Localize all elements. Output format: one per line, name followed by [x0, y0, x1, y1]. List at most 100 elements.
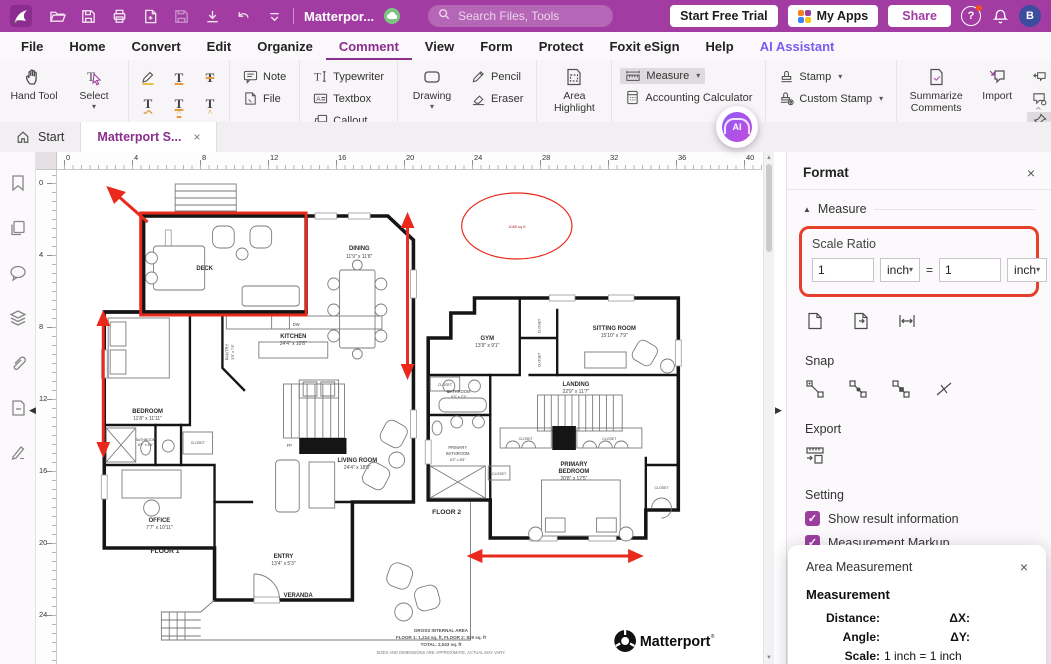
annotation-arrow-upleft[interactable] [106, 186, 147, 222]
pencil-button[interactable]: Pencil [466, 68, 528, 85]
menu-edit[interactable]: Edit [194, 32, 245, 60]
scale-from-input[interactable] [812, 258, 874, 282]
horizontal-ruler[interactable]: 0481216202428323640 [57, 152, 762, 170]
pdf-page[interactable]: DECK DINING 11'9" x 11'8" KITCHEN 24'4" … [57, 170, 762, 664]
accounting-calculator-button[interactable]: Accounting Calculator [620, 89, 757, 106]
scale-to-unit-select[interactable]: inch▾ [1007, 258, 1047, 282]
typewriter-button[interactable]: T Typewriter [308, 68, 389, 85]
print-icon[interactable] [110, 7, 128, 25]
annotation-area-text: 1085 sq ft [508, 224, 526, 229]
menu-file[interactable]: File [8, 32, 56, 60]
user-avatar[interactable]: B [1019, 5, 1041, 27]
document-canvas: 0481216202428323640 04812162024 [36, 152, 786, 664]
snap-intersection-icon[interactable] [934, 379, 954, 404]
tab-document[interactable]: Matterport S... × [81, 122, 217, 152]
registered-mark: ® [711, 633, 715, 640]
area-measurement-close-icon[interactable]: × [1020, 560, 1028, 574]
drawing-button[interactable]: Drawing ▾ [406, 60, 458, 111]
ai-robot-icon: AI [722, 112, 752, 142]
insert-text-tool-icon[interactable]: T^ [168, 96, 190, 114]
highlight-tool-icon[interactable] [137, 70, 159, 89]
eraser-button[interactable]: Eraser [466, 90, 528, 107]
note-icon [243, 69, 258, 84]
textbox-button[interactable]: A Textbox [308, 90, 376, 107]
share-button[interactable]: Share [888, 5, 951, 27]
measure-section-header[interactable]: ▲ Measure [803, 202, 1035, 216]
foxit-app-logo-icon[interactable] [10, 5, 32, 27]
ai-assistant-button[interactable]: AI [716, 106, 758, 148]
annotation-area-ellipse[interactable]: 1085 sq ft [462, 193, 572, 259]
checkbox-show-result-information[interactable]: ✓ Show result information [805, 511, 1051, 526]
import-comments-button[interactable]: Import [975, 60, 1019, 102]
undo-icon[interactable] [234, 7, 252, 25]
menu-convert[interactable]: Convert [119, 32, 194, 60]
attachments-icon[interactable] [9, 354, 27, 372]
my-apps-button[interactable]: My Apps [788, 5, 879, 27]
room-label-veranda: VERANDA [284, 593, 314, 599]
scrollbar-thumb[interactable] [766, 164, 772, 252]
export-comments-button[interactable]: Export▾ [1027, 68, 1051, 85]
select-tool-button[interactable]: T Select ▾ [68, 60, 120, 111]
snap-endpoint-icon[interactable] [805, 379, 825, 404]
snap-midpoint-icon[interactable] [848, 379, 868, 404]
scroll-up-icon[interactable]: ▲ [764, 155, 774, 161]
menu-foxit-esign[interactable]: Foxit eSign [596, 32, 692, 60]
search-box[interactable] [428, 5, 613, 27]
summarize-comments-button[interactable]: Summarize Comments [905, 60, 967, 115]
file-attachment-button[interactable]: File [238, 90, 286, 107]
snap-nearest-icon[interactable] [891, 379, 911, 404]
replace-text-tool-icon[interactable]: T^ [199, 96, 221, 114]
annotation-arrow-horizontal-bottom[interactable] [467, 549, 644, 563]
apply-to-page-icon[interactable] [851, 311, 871, 336]
save-icon[interactable] [172, 7, 190, 25]
open-file-icon[interactable] [48, 7, 66, 25]
note-button[interactable]: Note [238, 68, 291, 85]
menu-form[interactable]: Form [467, 32, 526, 60]
save-as-icon[interactable] [79, 7, 97, 25]
ribbon-collapse-icon[interactable]: ⌃ [1034, 105, 1043, 118]
sidebar-collapse-icon[interactable]: ◀ [29, 405, 36, 416]
underline-tool-icon[interactable]: T [168, 70, 190, 85]
page-thumbnails-icon[interactable] [9, 219, 27, 237]
menu-ai-assistant[interactable]: AI Assistant [747, 32, 848, 60]
menu-view[interactable]: View [412, 32, 467, 60]
scale-from-unit-select[interactable]: inch▾ [880, 258, 920, 282]
layers-icon[interactable] [9, 309, 27, 327]
vertical-scrollbar[interactable]: ▲ ▼ [763, 152, 774, 664]
start-free-trial-button[interactable]: Start Free Trial [670, 5, 778, 27]
stamp-button[interactable]: Stamp▾ [774, 68, 847, 85]
vertical-ruler[interactable]: 04812162024 [36, 170, 57, 664]
create-pdf-icon[interactable] [141, 7, 159, 25]
textbox-icon: A [313, 91, 328, 106]
squiggly-tool-icon[interactable]: T [137, 96, 159, 111]
menu-organize[interactable]: Organize [244, 32, 326, 60]
format-panel-close-icon[interactable]: × [1027, 166, 1035, 180]
comments-list-icon[interactable] [9, 264, 27, 282]
custom-stamp-button[interactable]: Custom Stamp▾ [774, 90, 888, 107]
menu-help[interactable]: Help [693, 32, 747, 60]
scale-to-input[interactable] [939, 258, 1001, 282]
chevron-down-icon[interactable] [265, 7, 283, 25]
measure-width-icon[interactable] [897, 311, 917, 336]
download-icon[interactable] [203, 7, 221, 25]
export-measurement-icon[interactable] [805, 445, 825, 470]
menu-home[interactable]: Home [56, 32, 118, 60]
hand-tool-button[interactable]: Hand Tool [8, 60, 60, 102]
scroll-down-icon[interactable]: ▼ [764, 655, 774, 661]
digital-signatures-icon[interactable] [9, 444, 27, 462]
measure-button[interactable]: Measure▾ [620, 68, 705, 84]
help-icon[interactable]: ? [961, 6, 981, 26]
destinations-icon[interactable] [9, 399, 27, 417]
ribbon-toolbar: Hand Tool T Select ▾ T T T T^ T^ Note Fi… [0, 60, 1051, 123]
calibrate-page-icon[interactable] [805, 311, 825, 336]
panel-collapse-icon[interactable]: ▶ [775, 405, 782, 416]
area-highlight-button[interactable]: Area Highlight [545, 60, 603, 115]
notifications-bell-icon[interactable] [991, 7, 1009, 25]
bookmarks-icon[interactable] [9, 174, 27, 192]
menu-comment[interactable]: Comment [326, 32, 412, 60]
tab-start[interactable]: Start [0, 122, 81, 152]
menu-protect[interactable]: Protect [526, 32, 597, 60]
search-input[interactable] [456, 8, 590, 24]
tab-close-icon[interactable]: × [193, 130, 200, 144]
strikeout-tool-icon[interactable]: T [199, 70, 221, 85]
